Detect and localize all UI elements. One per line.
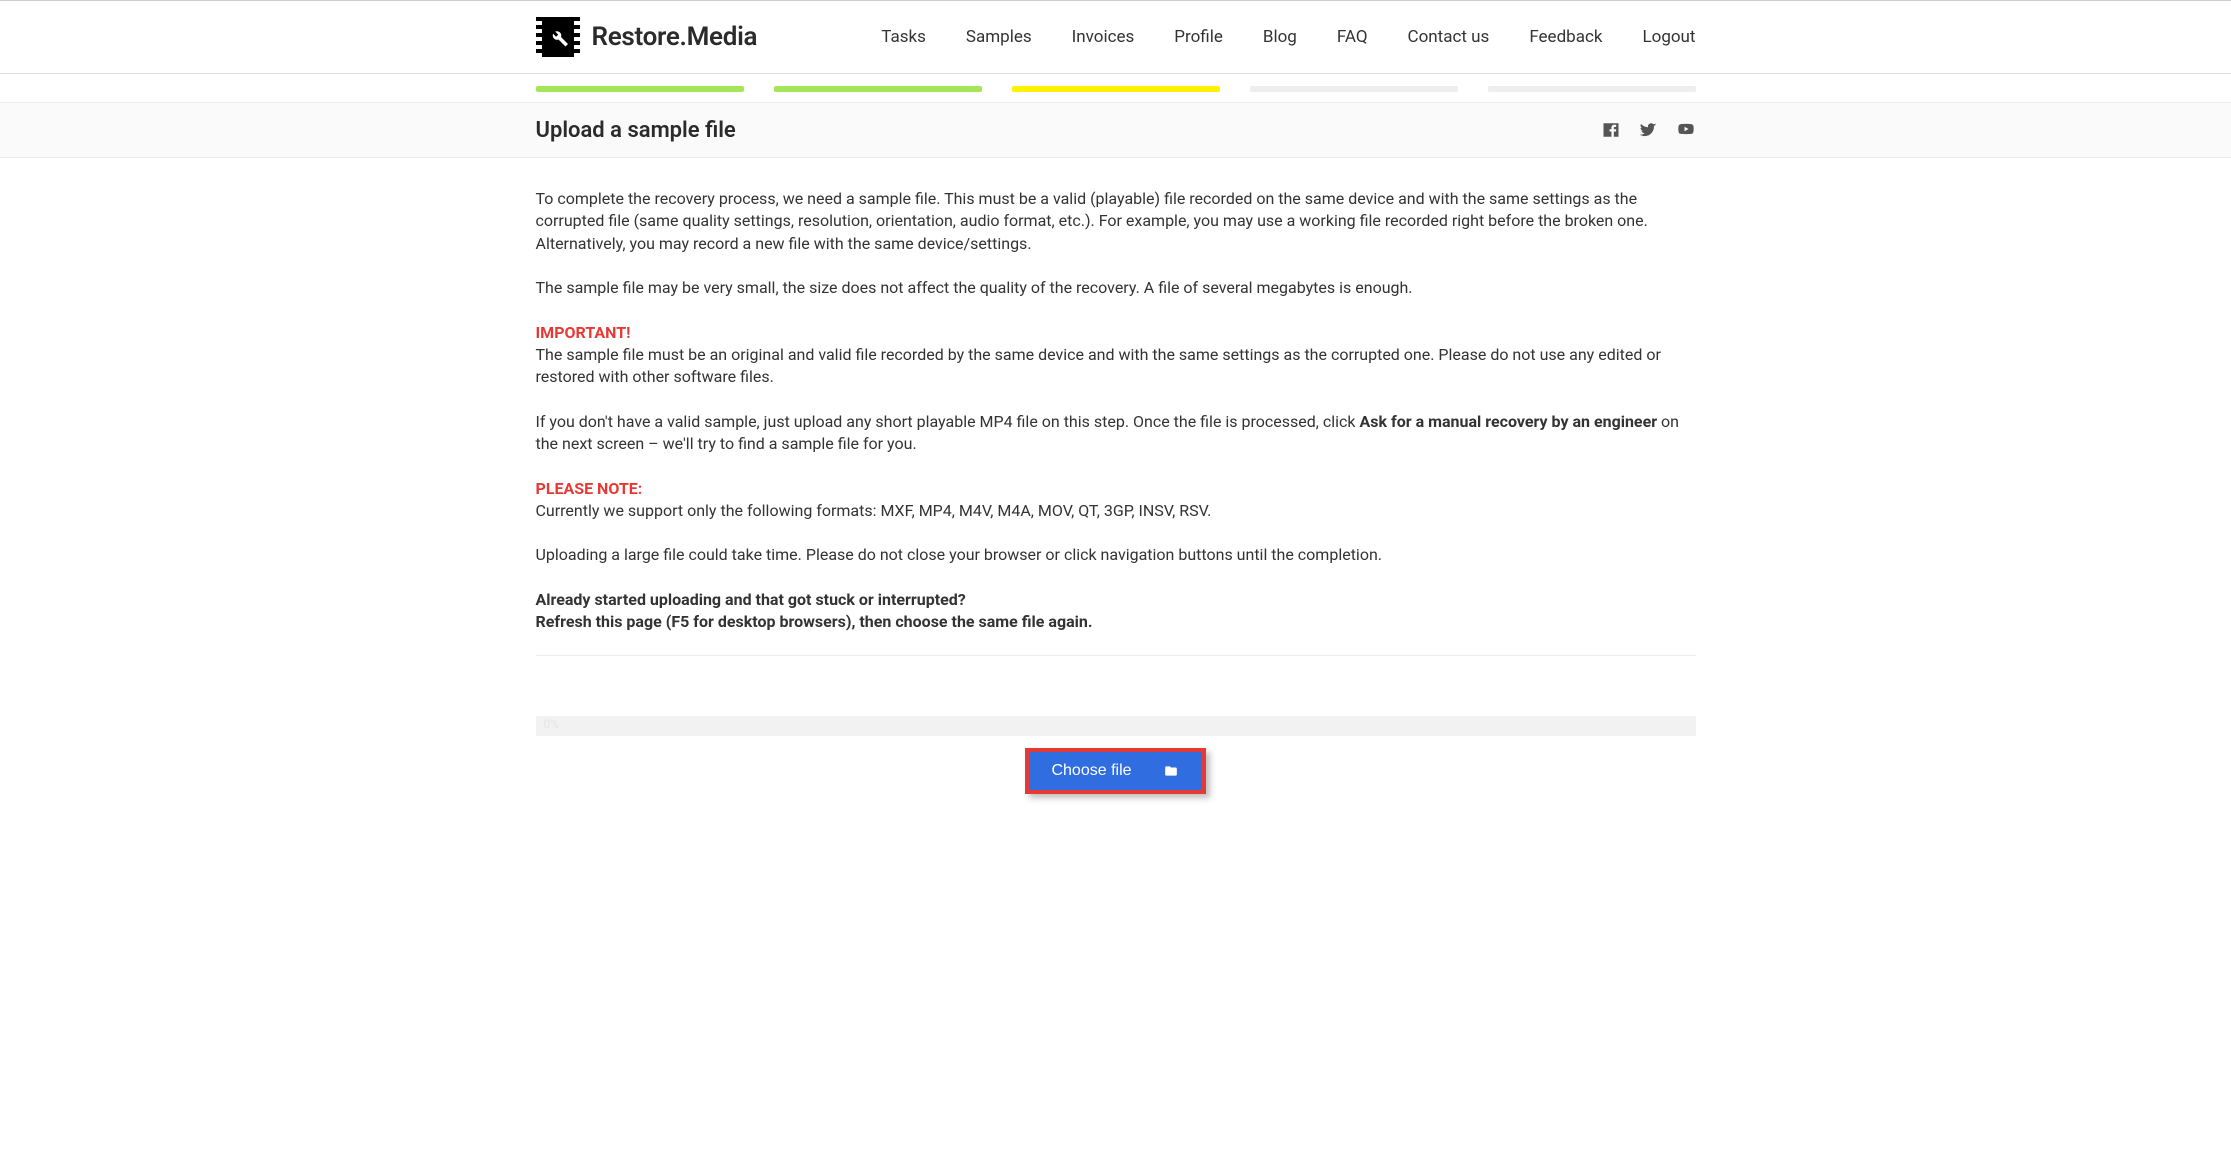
note-label: PLEASE NOTE: [536, 479, 643, 498]
formats-text: Currently we support only the following … [536, 500, 1696, 522]
manual-recovery-prefix: If you don't have a valid sample, just u… [536, 412, 1360, 431]
intro-paragraph-1: To complete the recovery process, we nee… [536, 188, 1696, 255]
manual-recovery-paragraph: If you don't have a valid sample, just u… [536, 411, 1696, 456]
facebook-icon[interactable] [1602, 121, 1620, 139]
progress-step-4 [1250, 86, 1458, 92]
main-header: Restore.Media Tasks Samples Invoices Pro… [0, 0, 2231, 74]
progress-step-2 [774, 86, 982, 92]
choose-file-button[interactable]: Choose file [1029, 752, 1201, 790]
intro-paragraph-2: The sample file may be very small, the s… [536, 277, 1696, 299]
important-text: The sample file must be an original and … [536, 344, 1696, 389]
nav-tasks[interactable]: Tasks [881, 27, 926, 47]
nav-feedback[interactable]: Feedback [1529, 27, 1602, 47]
twitter-icon[interactable] [1638, 121, 1658, 139]
progress-step-1 [536, 86, 744, 92]
main-nav: Tasks Samples Invoices Profile Blog FAQ … [881, 27, 1695, 47]
folder-open-icon [1162, 764, 1180, 778]
page-title: Upload a sample file [536, 118, 736, 143]
nav-faq[interactable]: FAQ [1337, 27, 1368, 47]
youtube-icon[interactable] [1676, 121, 1696, 139]
logo[interactable]: Restore.Media [536, 17, 758, 57]
stuck-upload-a: Refresh this page (F5 for desktop browse… [536, 612, 1093, 631]
nav-invoices[interactable]: Invoices [1072, 27, 1135, 47]
nav-blog[interactable]: Blog [1263, 27, 1297, 47]
choose-file-label: Choose file [1051, 762, 1131, 780]
progress-step-5 [1488, 86, 1696, 92]
nav-contact[interactable]: Contact us [1408, 27, 1490, 47]
film-wrench-icon [536, 17, 580, 57]
large-file-warning: Uploading a large file could take time. … [536, 544, 1696, 566]
stuck-upload-paragraph: Already started uploading and that got s… [536, 589, 1696, 634]
nav-profile[interactable]: Profile [1174, 27, 1223, 47]
separator [536, 655, 1696, 656]
upload-progress-bar: 0% [536, 716, 1696, 736]
upload-percent: 0% [544, 717, 560, 731]
nav-samples[interactable]: Samples [966, 27, 1032, 47]
stuck-upload-q: Already started uploading and that got s… [536, 589, 1696, 611]
progress-steps [536, 86, 1696, 92]
important-label: IMPORTANT! [536, 323, 631, 342]
brand-name: Restore.Media [592, 22, 758, 52]
choose-file-highlight: Choose file [1025, 748, 1205, 794]
main-content: To complete the recovery process, we nee… [536, 188, 1696, 656]
progress-step-3 [1012, 86, 1220, 92]
manual-recovery-bold: Ask for a manual recovery by an engineer [1360, 412, 1658, 431]
nav-logout[interactable]: Logout [1642, 27, 1695, 47]
social-links [1602, 121, 1696, 139]
title-bar: Upload a sample file [0, 102, 2231, 158]
